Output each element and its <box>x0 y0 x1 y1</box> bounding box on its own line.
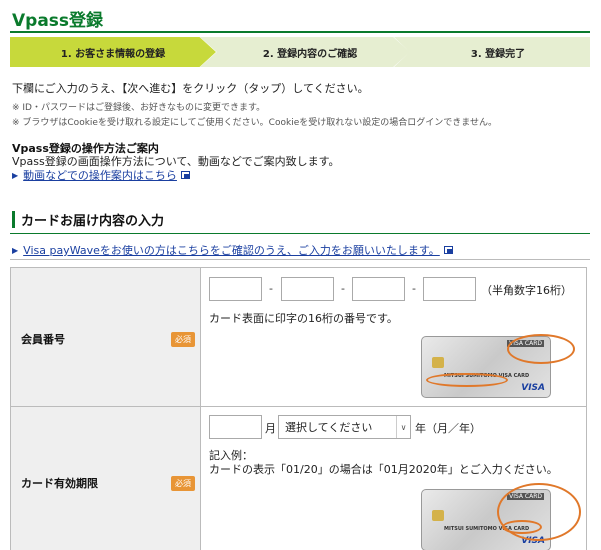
external-window-icon <box>180 171 190 179</box>
card-number-input-3[interactable] <box>352 277 405 301</box>
step-1-active: 1. お客さま情報の登録 <box>10 37 216 67</box>
expiry-zoom-highlight <box>497 483 581 541</box>
chevron-down-icon: ∨ <box>396 416 410 438</box>
expiry-value-cell: 月 選択してください ∨ 年（月／年） 記入例： カードの表示「01/20」の場… <box>201 407 586 550</box>
note-cookie: ※ ブラウザはCookieを受け取れる設定にしてご使用ください。Cookieを受… <box>12 118 497 128</box>
card-chip <box>432 510 444 521</box>
link-arrow-icon: ▶ <box>12 170 19 180</box>
card-number-label-cell: 会員番号 必須 <box>11 268 201 406</box>
dash-separator: - <box>341 282 345 295</box>
step-3: 3. 登録完了 <box>394 37 590 67</box>
visa-logo: VISA <box>521 383 545 393</box>
guide-video-link[interactable]: ▶ 動画などでの操作案内はこちら <box>12 167 190 183</box>
section-rule <box>10 233 590 234</box>
expiry-year-select[interactable]: 選択してください ∨ <box>278 415 411 439</box>
card-number-value-cell: - - - （半角数字16桁） カード表面に印字の16桁の番号です。 MITSU… <box>201 268 586 406</box>
visa-paywave-link[interactable]: ▶ Visa payWaveをお使いの方はこちらをご確認のうえ、ご入力をお願いい… <box>12 242 453 258</box>
dash-separator: - <box>412 282 416 295</box>
card-number-label: 会員番号 <box>21 333 65 346</box>
month-unit: 月 <box>265 422 276 435</box>
card-number-row: 会員番号 必須 - - - （半角数字16桁） カード表面に印字の16桁の番号で… <box>11 268 586 407</box>
intro-text: 下欄にご入力のうえ、【次へ進む】をクリック（タップ）してください。 <box>12 82 369 95</box>
card-number-highlight <box>426 373 508 387</box>
example-text: カードの表示「01/20」の場合は「01月2020年」とご入力ください。 <box>209 463 558 476</box>
card-number-zoom-highlight <box>507 334 575 364</box>
expiry-month-input[interactable] <box>209 415 262 439</box>
expiry-label-cell: カード有効期限 必須 <box>11 407 201 550</box>
dash-separator: - <box>269 282 273 295</box>
section-heading: カードお届け内容の入力 <box>12 210 165 229</box>
expiry-year-select-value: 選択してください <box>285 421 373 434</box>
card-chip <box>432 357 444 368</box>
card-form: 会員番号 必須 - - - （半角数字16桁） カード表面に印字の16桁の番号で… <box>10 267 587 550</box>
external-window-icon <box>443 246 453 254</box>
visa-link-text[interactable]: Visa payWaveをお使いの方はこちらをご確認のうえ、ご入力をお願いいたし… <box>23 242 440 258</box>
step-2: 2. 登録内容のご確認 <box>200 37 410 67</box>
progress-steps: 1. お客さま情報の登録 2. 登録内容のご確認 3. 登録完了 <box>10 37 590 67</box>
expiry-label: カード有効期限 <box>21 477 98 490</box>
required-badge: 必須 <box>171 332 195 347</box>
link-arrow-icon: ▶ <box>12 245 19 255</box>
card-number-input-2[interactable] <box>281 277 334 301</box>
card-number-input-4[interactable] <box>423 277 476 301</box>
visa-rule <box>10 259 590 260</box>
digits-note: （半角数字16桁） <box>481 284 572 297</box>
expiry-row: カード有効期限 必須 月 選択してください ∨ 年（月／年） 記入例： カードの… <box>11 407 586 550</box>
section-bar <box>12 210 15 228</box>
card-number-hint: カード表面に印字の16桁の番号です。 <box>209 312 398 325</box>
note-id-password: ※ ID・パスワードはご登録後、お好きなものに変更できます。 <box>12 103 266 113</box>
section-title: カードお届け内容の入力 <box>21 213 165 229</box>
required-badge: 必須 <box>171 476 195 491</box>
year-unit: 年（月／年） <box>415 422 481 435</box>
guide-link-text[interactable]: 動画などでの操作案内はこちら <box>23 167 177 183</box>
card-number-input-1[interactable] <box>209 277 262 301</box>
page-title: Vpass登録 <box>12 11 104 31</box>
title-rule <box>10 31 590 33</box>
